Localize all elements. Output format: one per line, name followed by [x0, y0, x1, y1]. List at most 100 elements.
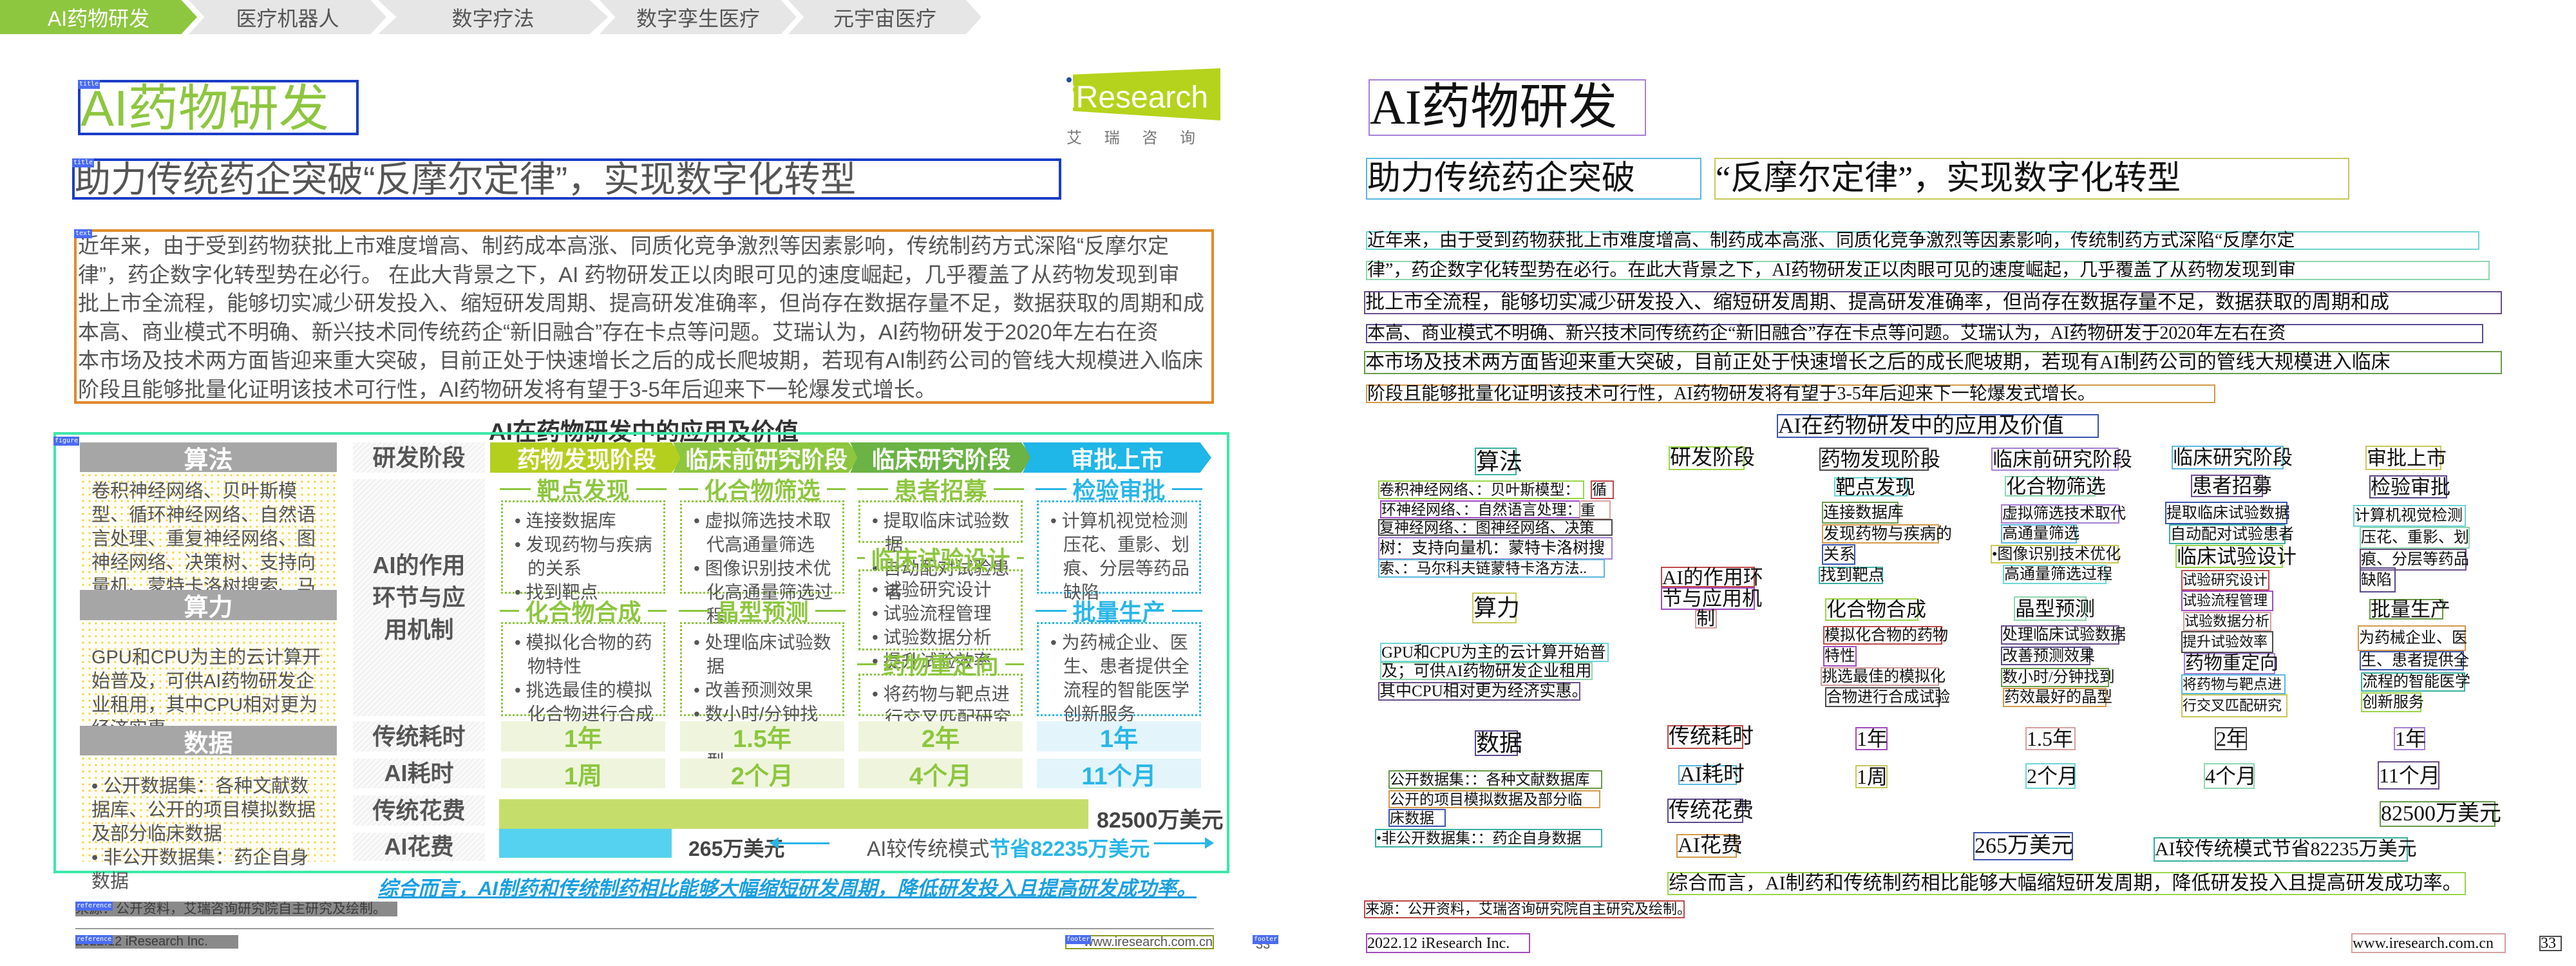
- text-box-footer-right: www.iresearch.com.cn: [2351, 933, 2506, 953]
- trad-cost-label: 82500万美元: [1097, 808, 1224, 833]
- paragraph-line: 阶段且能够批量化证明该技术可行性，AI药物研发将有望于3-5年后迎来下一轮爆发式…: [78, 377, 936, 401]
- text-box-algo-4: 复神经网络、：图神经网络、决策: [1378, 519, 1613, 536]
- text-box-ai-time-1: 2个月: [2025, 763, 2079, 789]
- annotation-tag: text: [74, 229, 93, 238]
- ai-cost-bar: [499, 829, 672, 858]
- ai-time-cell: 4个月: [858, 759, 1023, 790]
- text-box-col3-1: 自动配对试验患者: [2169, 524, 2294, 544]
- text-box-col2-2: •图像识别技术优化: [1991, 545, 2121, 564]
- text-box-stages-1: 临床前研究阶段: [1991, 448, 2132, 471]
- text-box-col2-0: 虚拟筛选技术取代: [2001, 504, 2126, 524]
- text-box-compute-0: GPU和CPU为主的云计算开始普: [1380, 643, 1609, 662]
- text-box-title: AI药物研发: [1368, 79, 1646, 136]
- stage-discovery: 药物发现阶段: [490, 442, 683, 473]
- ai-time-cell: 1周: [501, 759, 665, 790]
- stage-task-heading: 化合物筛选: [672, 477, 852, 504]
- text-box-stage-label: 研发阶段: [1669, 446, 1755, 470]
- logo-text: iResearch: [1069, 80, 1209, 115]
- task-item: 试验流程管理: [872, 601, 1014, 625]
- task-box: 模拟化合物的药物特性挑选最佳的模拟化合物进行合成试验: [501, 622, 665, 748]
- text-box-col1-8: 合物进行合成试验: [1825, 687, 1950, 707]
- text-box-col4-6: 生、患者提供全: [2360, 651, 2469, 670]
- tab-digital-therapy[interactable]: 数字疗法: [378, 0, 608, 34]
- annotation-tag: footer: [1065, 935, 1092, 944]
- stage-task-heading: 患者招募: [851, 477, 1030, 504]
- text-box-col2-5: 处理临床试验数据: [2001, 625, 2126, 645]
- text-box-footer-left: 2022.12 iResearch Inc.: [1366, 933, 1530, 953]
- text-box-headings-2: 患者招募: [2191, 475, 2272, 497]
- text-box-col1-7: 挑选最佳的模拟化: [1821, 667, 1946, 686]
- text-box-paragraph-2: 批上市全流程，能够切实减少研发投入、缩短研发周期、提高研发准确率，但尚存在数据存…: [1364, 291, 2502, 314]
- text-box-col3-8: 将药物与靶点进: [2181, 674, 2286, 694]
- stage-task-heading: 药物重定向: [851, 652, 1030, 679]
- text-box-algo-1: 循: [1591, 480, 1614, 499]
- tab-digital-twin[interactable]: 数字孪生医疗: [600, 0, 797, 34]
- text-box-headings-1: 化合物筛选: [2005, 475, 2106, 498]
- text-box-col4-7: 流程的智能医学: [2361, 672, 2470, 692]
- text-box-ai-time-label: AI耗时: [1678, 763, 1745, 786]
- data-bullet: 非公开数据集：药企自身数据: [91, 846, 325, 894]
- text-box-data-2: 床数据: [1388, 809, 1446, 827]
- tab-ai-drug-rd[interactable]: AI药物研发: [0, 0, 197, 34]
- text-box-col1-3: 找到靶点: [1819, 567, 1885, 584]
- page-subtitle: 助力传统药企突破“反摩尔定律”，实现数字化转型: [72, 158, 1061, 200]
- logo-cn: 艾 瑞 咨 询: [1066, 129, 1205, 147]
- stage-task-heading: 检验审批: [1029, 477, 1209, 504]
- row-label-role: AI的作用环节与应用机制: [353, 479, 485, 716]
- task-box: 提取临床试验数据自动配对试验患者: [858, 500, 1023, 602]
- stage-clinical: 临床研究阶段: [850, 442, 1032, 473]
- trad-time-cell: 1年: [501, 721, 665, 753]
- task-item: 为药械企业、医生、患者提供全流程的智能医学创新服务: [1050, 630, 1193, 726]
- text-box-trad-time-1: 1.5年: [2025, 727, 2076, 750]
- task-box: 计算机视觉检测压花、重影、划痕、分层等药品缺陷: [1037, 500, 1201, 602]
- text-box-col1-5: 模拟化合物的药物: [1823, 626, 1948, 645]
- text-box-trad-cost: 82500万美元: [2380, 801, 2501, 827]
- stage-task-heading: 晶型预测: [672, 599, 852, 625]
- section-compute-header: 算力: [80, 590, 337, 621]
- text-box-ai-cost-label: AI花费: [1676, 834, 1743, 858]
- text-box-data-1: 公开的项目模拟数据及部分临: [1388, 790, 1600, 808]
- text-box-algo-6: 索、：马尔科夫链蒙特卡洛方法..: [1378, 559, 1605, 578]
- text-box-col1-4: 化合物合成: [1825, 598, 1926, 621]
- text-box-data-0: 公开数据集：：各种文献数据库: [1388, 770, 1602, 789]
- text-box-trad-time-0: 1年: [1855, 727, 1888, 750]
- text-box-algo-0: 卷积神经网络、：贝叶斯模型：: [1378, 480, 1584, 499]
- task-box: 为药械企业、医生、患者提供全流程的智能医学创新服务: [1037, 622, 1201, 724]
- text-box-col4-4: 批量生产: [2369, 598, 2450, 621]
- task-item: 试验研究设计: [872, 578, 1014, 601]
- annotation-tag: reference: [75, 902, 113, 911]
- task-box: 处理临床试验数据改善预测效果数小时/分钟找到药效最好的晶型: [680, 622, 844, 772]
- row-label-ai-time: AI耗时: [353, 759, 485, 788]
- text-box-paragraph-0: 近年来，由于受到药物获批上市难度增高、制药成本高涨、同质化竞争激烈等因素影响，传…: [1366, 231, 2479, 250]
- task-item: 改善预测效果: [694, 678, 836, 702]
- text-box-col4-5: 为药械企业、医: [2358, 625, 2467, 651]
- text-box-data-3: •非公开数据集：：药企自身数据: [1375, 829, 1602, 848]
- row-label-stage: 研发阶段: [353, 442, 485, 473]
- text-box-col2-8: 药效最好的晶型: [2003, 688, 2112, 707]
- text-box-col3-3: 试验研究设计: [2181, 570, 2269, 591]
- text-box-ai-time-3: 11个月: [2378, 761, 2440, 790]
- section-data-body: 公开数据集：各种文献数据库、公开的项目模拟数据及部分临床数据非公开数据集：药企自…: [80, 755, 337, 892]
- text-box-algo-title: 算法: [1475, 448, 1523, 475]
- text-box-compute-2: 其中CPU相对更为经济实惠。: [1378, 682, 1588, 701]
- task-item: 试验数据分析: [872, 625, 1014, 649]
- text-box-trad-time-label: 传统耗时: [1667, 725, 1754, 749]
- text-box-col4-0: 计算机视觉检测: [2353, 505, 2466, 527]
- paragraph-line: 批上市全流程，能够切实减少研发投入、缩短研发周期、提高研发准确率，但尚存在数据存…: [78, 291, 1204, 315]
- paragraph-line: 本高、商业模式不明确、新兴技术同传统药企“新旧融合”存在卡点等问题。艾瑞认为，A…: [78, 319, 1159, 344]
- text-box-ai-time-2: 4个月: [2204, 763, 2257, 789]
- annotation-tag: reference: [75, 935, 113, 944]
- text-box-stages-2: 临床研究阶段: [2172, 446, 2293, 469]
- tab-metaverse[interactable]: 元宇宙医疗: [788, 0, 981, 34]
- text-box-conclusion: 综合而言，AI制药和传统制药相比能够大幅缩短研发周期，降低研发投入且提高研发成功…: [1667, 872, 2466, 895]
- trad-time-cell: 1年: [1037, 721, 1201, 753]
- task-box: 试验研究设计试验流程管理试验数据分析提升试验效率: [858, 569, 1023, 671]
- stage-task-heading: 临床试验设计: [851, 546, 1030, 573]
- conclusion-text: 综合而言，AI制药和传统制药相比能够大幅缩短研发周期，降低研发投入且提高研发成功…: [378, 877, 1197, 900]
- tab-medical-robot[interactable]: 医疗机器人: [189, 0, 386, 34]
- text-box-role-label-1: 节与应用机: [1661, 587, 1762, 610]
- text-box-col3-0: 提取临床试验数据: [2165, 502, 2290, 524]
- text-box-trad-time-3: 1年: [2394, 727, 2427, 750]
- text-box-data-title: 数据: [1475, 730, 1523, 756]
- task-box: 将药物与靶点进行交叉匹配研究: [858, 674, 1023, 728]
